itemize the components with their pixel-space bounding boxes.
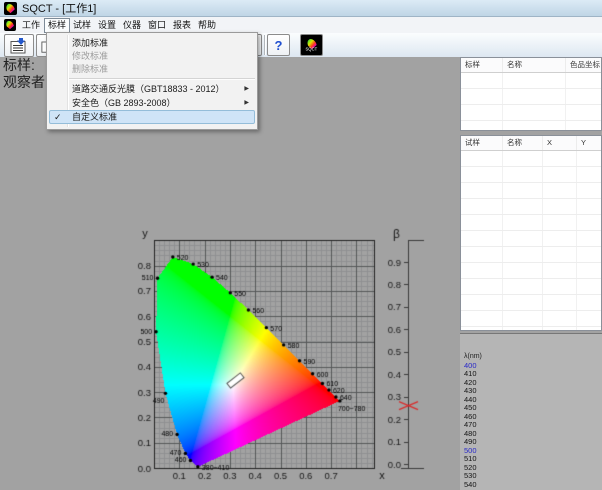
table-row <box>461 105 601 121</box>
table-row <box>461 121 601 131</box>
table-row <box>461 247 601 263</box>
wavelength-item: 450 <box>464 404 602 413</box>
menu-item-help[interactable]: 帮助 <box>195 18 219 32</box>
column-header-x: X <box>543 136 577 150</box>
wavelength-item: 410 <box>464 370 602 379</box>
sample-table-body <box>461 151 601 331</box>
table-row <box>461 183 601 199</box>
standard-menu-dropdown: 添加标准 修改标准 删除标准 道路交通反光膜（GBT18833 - 2012） … <box>46 32 258 130</box>
menu-item-delete-standard: 删除标准 <box>49 63 255 76</box>
checkmark-icon: ✓ <box>54 111 62 123</box>
question-mark-icon: ? <box>275 38 283 53</box>
table-row <box>461 167 601 183</box>
menu-item-report[interactable]: 报表 <box>170 18 194 32</box>
menu-item-safety-color-standard[interactable]: 安全色（GB 2893-2008） ▶ <box>49 96 255 110</box>
wavelength-header: λ(nm) <box>464 353 602 362</box>
wavelength-item: 430 <box>464 387 602 396</box>
app-icon <box>4 2 17 15</box>
column-header-standard: 标样 <box>461 58 503 72</box>
sqct-button-label: SQCT <box>306 49 318 52</box>
menu-item-road-traffic-film-standard[interactable]: 道路交通反光膜（GBT18833 - 2012） ▶ <box>49 82 255 96</box>
spectrum-panel: λ(nm) 400 410 420 430 440 450 460 470 48… <box>460 333 602 490</box>
menu-item-window[interactable]: 窗口 <box>145 18 169 32</box>
wavelength-item: 470 <box>464 421 602 430</box>
wavelength-item: 540 <box>464 481 602 490</box>
table-row <box>461 215 601 231</box>
table-row <box>461 327 601 331</box>
standard-info-label: 标样: 观察者 <box>3 57 45 90</box>
menu-item-instrument[interactable]: 仪器 <box>120 18 144 32</box>
column-header-sample: 试样 <box>461 136 503 150</box>
menu-item-sample[interactable]: 试样 <box>70 18 94 32</box>
app-window: SQCT - [工作1] 工作 标样 试样 设置 仪器 窗口 报表 帮助 <box>0 0 602 490</box>
column-header-chromaticity: 色品坐标 <box>566 58 602 72</box>
menu-item-settings[interactable]: 设置 <box>95 18 119 32</box>
standard-label-line1: 标样: <box>3 57 45 74</box>
table-row <box>461 311 601 327</box>
menu-item-work[interactable]: 工作 <box>19 18 43 32</box>
menu-item-standard[interactable]: 标样 <box>44 18 70 33</box>
standard-table-header: 标样 名称 色品坐标 <box>461 58 601 73</box>
submenu-arrow-icon: ▶ <box>244 82 249 96</box>
menu-item-custom-standard[interactable]: ✓ 自定义标准 <box>49 110 255 124</box>
sample-table: 试样 名称 X Y <box>460 135 602 331</box>
list-download-icon <box>10 38 28 54</box>
wavelength-item: 500 <box>464 447 602 456</box>
column-header-name: 名称 <box>503 58 566 72</box>
chromaticity-logo-icon <box>5 3 16 14</box>
menu-separator <box>69 78 255 80</box>
menu-item-add-standard[interactable]: 添加标准 <box>49 37 255 50</box>
column-header-name: 名称 <box>503 136 543 150</box>
wavelength-item: 440 <box>464 396 602 405</box>
title-bar: SQCT - [工作1] <box>0 0 602 17</box>
toolbar-separator <box>264 35 266 55</box>
help-button[interactable]: ? <box>267 34 290 56</box>
standard-table-body <box>461 73 601 131</box>
wavelength-item: 510 <box>464 455 602 464</box>
wavelength-item: 400 <box>464 362 602 371</box>
table-row <box>461 199 601 215</box>
observer-label-line2: 观察者 <box>3 74 45 91</box>
table-row <box>461 151 601 167</box>
cie-chromaticity-diagram <box>125 222 435 490</box>
table-row <box>461 73 601 89</box>
wavelength-item: 480 <box>464 430 602 439</box>
submenu-arrow-icon: ▶ <box>244 96 249 110</box>
window-title: SQCT - [工作1] <box>22 0 96 16</box>
wavelength-item: 490 <box>464 438 602 447</box>
table-row <box>461 89 601 105</box>
column-header-y: Y <box>577 136 602 150</box>
document-icon <box>4 19 16 31</box>
sqct-button[interactable]: SQCT <box>300 34 323 56</box>
wavelength-item: 520 <box>464 464 602 473</box>
table-row <box>461 295 601 311</box>
menu-item-modify-standard: 修改标准 <box>49 50 255 63</box>
wavelength-item: 530 <box>464 472 602 481</box>
wavelength-item: 460 <box>464 413 602 422</box>
standard-table: 标样 名称 色品坐标 <box>460 57 602 131</box>
import-standard-button[interactable] <box>4 34 34 57</box>
table-row <box>461 263 601 279</box>
sample-table-header: 试样 名称 X Y <box>461 136 601 151</box>
table-row <box>461 279 601 295</box>
table-row <box>461 231 601 247</box>
wavelength-item: 420 <box>464 379 602 388</box>
